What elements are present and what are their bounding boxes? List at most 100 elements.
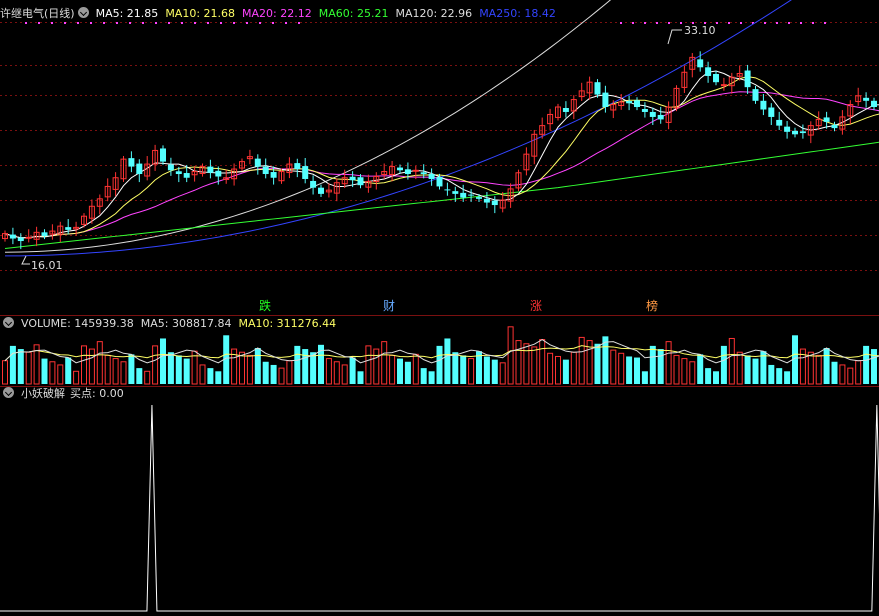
marker-dot (716, 22, 718, 24)
indicator-settings-icon[interactable] (3, 387, 14, 398)
volume-bar-up (25, 351, 32, 385)
marker-dot (680, 22, 682, 24)
candle-body-down (357, 177, 364, 186)
volume-bar-up (539, 339, 546, 385)
candle-body-down (428, 174, 435, 179)
candle-body-down (799, 131, 806, 134)
settings-dropdown-icon[interactable] (77, 7, 89, 18)
volume-bar-down (17, 349, 24, 384)
candle-body-down (9, 234, 16, 239)
volume-bar-down (784, 371, 791, 384)
candle-body-down (175, 171, 182, 175)
ma-line (4, 0, 792, 257)
volume-bar-down (657, 349, 664, 384)
volume-bar-down (397, 358, 403, 384)
high-price-label: 33.10 (684, 24, 716, 37)
volume-bar-up (555, 355, 561, 385)
candle-body-down (626, 101, 633, 104)
marker-dot (194, 22, 196, 24)
volume-bar-up (239, 351, 245, 385)
event-tag-rise[interactable]: 涨 (530, 299, 542, 313)
volume-bar-down (215, 371, 222, 384)
candle-body-down (744, 70, 751, 88)
volume-bar-down (823, 348, 830, 384)
candle-body-down (65, 227, 72, 230)
volume-bar-up (373, 348, 380, 385)
volume-bar-up (341, 364, 348, 385)
indicator-name: 小妖破解 (21, 387, 65, 400)
volume-bar-down (436, 345, 443, 384)
volume-bar-up (88, 348, 95, 385)
candlestick-chart[interactable] (0, 0, 879, 315)
volume-bar-up (468, 358, 475, 385)
candle-body-down (792, 130, 798, 135)
volume-bar-up (73, 370, 80, 385)
volume-bar-down (720, 345, 727, 384)
volume-bar-down (705, 368, 712, 384)
candle-body-down (254, 158, 261, 167)
signal-line (0, 404, 879, 612)
volume-bar-down (183, 358, 190, 384)
marker-dot (233, 22, 235, 24)
ma-line (4, 0, 612, 253)
ma-label-0: MA5: 21.85 (95, 7, 159, 20)
volume-bar-up (499, 362, 506, 385)
candle-body-down (831, 124, 838, 129)
volume-panel[interactable]: VOLUME: 145939.38 MA5: 308817.84 MA10: 311… (0, 316, 879, 386)
marker-dot (64, 22, 66, 24)
low-price-label: 16.01 (31, 259, 63, 272)
candle-body-down (294, 163, 301, 170)
candle-body-down (784, 126, 791, 132)
volume-bar-down (768, 364, 775, 384)
marker-dot (51, 22, 53, 24)
volume-bar-up (665, 341, 672, 385)
candle-body-down (420, 172, 427, 175)
candle-body-down (476, 197, 482, 199)
candle-body-down (270, 172, 277, 178)
candle-body-down (262, 166, 269, 175)
volume-bar-up (120, 361, 127, 385)
indicator-panel-header: 小妖破解 买点: 0.00 (0, 387, 131, 401)
candle-body-down (602, 92, 609, 108)
low-pointer (21, 255, 30, 265)
volume-bar-up (278, 367, 285, 385)
volume-bar-down (649, 345, 656, 384)
volume-bar-down (160, 338, 166, 384)
indicator-panel[interactable]: 小妖破解 买点: 0.00 (0, 387, 879, 616)
candle-body-down (776, 119, 783, 126)
marker-dot (728, 22, 730, 24)
candle-body-down (310, 180, 317, 188)
volume-bar-up (333, 361, 340, 385)
signal-chart[interactable] (0, 387, 879, 616)
candle-body-down (397, 167, 403, 171)
ma-label-1: MA10: 21.68 (165, 7, 236, 20)
candle-body-down (436, 176, 443, 187)
event-tag-finance[interactable]: 财 (383, 299, 395, 313)
candle-body-down (641, 108, 648, 112)
candle-body-down (760, 100, 767, 110)
volume-bar-down (713, 371, 719, 384)
candle-body-down (823, 117, 830, 122)
event-tag-fall[interactable]: 跌 (259, 299, 271, 313)
price-panel[interactable]: 许继电气(日线) MA5: 21.85 MA10: 21.68 MA20: 22.12… (0, 0, 879, 315)
volume-bar-down (128, 354, 135, 384)
event-tag-list[interactable]: 榜 (646, 299, 658, 313)
candle-body-down (41, 232, 48, 237)
volume-bar-up (736, 351, 743, 385)
volume-bar-up (112, 358, 119, 385)
marker-dot (620, 22, 622, 24)
volume-bar-up (547, 352, 554, 385)
volume-bar-up (610, 349, 617, 385)
candle-body-down (562, 108, 569, 112)
volume-bar-up (246, 354, 253, 385)
volume-bar-down (483, 356, 490, 384)
volume-bar-down (744, 355, 751, 384)
volume-settings-icon[interactable] (3, 317, 14, 328)
candle-body-down (752, 89, 759, 101)
candle-body-down (207, 166, 214, 173)
volume-bar-up (815, 354, 822, 385)
marker-dot (812, 22, 814, 24)
marker-dot (207, 22, 209, 24)
volume-bar-up (381, 341, 388, 385)
volume-bar-down (404, 361, 411, 384)
